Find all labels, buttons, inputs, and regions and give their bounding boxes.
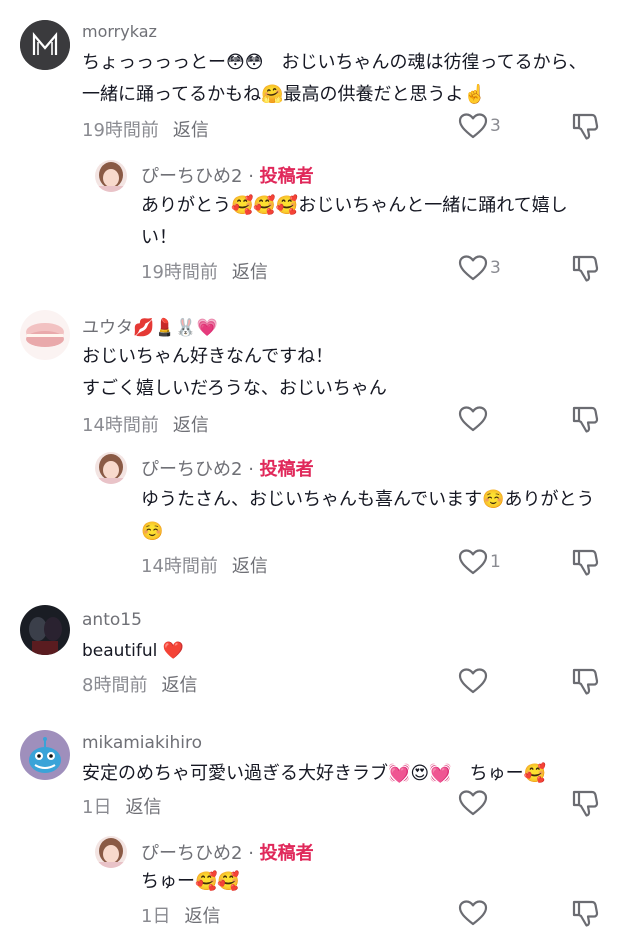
like-count: 1 xyxy=(490,552,501,572)
like-button[interactable]: 3 xyxy=(458,254,501,282)
dislike-button[interactable] xyxy=(571,666,599,696)
thumbs-down-outline-icon xyxy=(572,900,599,927)
like-button[interactable] xyxy=(458,405,488,433)
reply-button[interactable]: 返信 xyxy=(173,415,209,436)
dislike-button[interactable] xyxy=(571,253,599,283)
avatar[interactable] xyxy=(95,836,127,868)
username[interactable]: ぴーちひめ2 xyxy=(141,459,242,480)
avatar[interactable] xyxy=(95,160,127,192)
author-badge: 投稿者 xyxy=(259,843,314,864)
reply-button[interactable]: 返信 xyxy=(232,262,268,283)
heart-outline-icon xyxy=(458,406,488,432)
thumbs-down-outline-icon xyxy=(572,406,599,433)
comment-text: ありがとう🥰🥰🥰おじいちゃんと一緒に踊れて嬉しい！ xyxy=(141,195,568,248)
avatar[interactable] xyxy=(20,310,70,360)
thumbs-down-outline-icon xyxy=(572,113,599,140)
comment-meta: 1日 返信 xyxy=(141,902,220,928)
dislike-button[interactable] xyxy=(571,547,599,577)
heart-outline-icon xyxy=(458,255,488,281)
separator: · xyxy=(248,843,254,864)
thumbs-down-outline-icon xyxy=(572,668,599,695)
heart-outline-icon xyxy=(458,113,488,139)
comment-text: beautiful ❤️ xyxy=(82,641,184,661)
reply-item: ぴーちひめ2 · 投稿者 ありがとう🥰🥰🥰おじいちゃんと一緒に踊れて嬉しい！ 1… xyxy=(0,150,620,295)
timestamp: 1日 xyxy=(141,906,171,927)
heart-outline-icon xyxy=(458,668,488,694)
comment-item: mikamiakihiro 安定のめちゃ可愛い過ぎる大好きラブ💓😍💓 ちゅー🥰 … xyxy=(0,710,620,825)
author-line: ぴーちひめ2 · 投稿者 xyxy=(141,162,314,188)
reply-item: ぴーちひめ2 · 投稿者 ゆうたさん、おじいちゃんも喜んでいます☺️ありがとう☺… xyxy=(0,440,620,590)
comment-meta: 14時間前 返信 xyxy=(82,411,209,437)
like-button[interactable] xyxy=(458,667,488,695)
heart-outline-icon xyxy=(458,790,488,816)
comment-text: ちゅー🥰🥰 xyxy=(141,871,240,892)
dislike-button[interactable] xyxy=(571,404,599,434)
author-avatar-icon xyxy=(95,836,127,868)
username[interactable]: mikamiakihiro xyxy=(82,733,202,753)
like-button[interactable] xyxy=(458,899,488,927)
comment-item: ユウタ💋💄🐰💗 おじいちゃん好きなんですね！ すごく嬉しいだろうな、おじいちゃん… xyxy=(0,295,620,440)
avatar[interactable] xyxy=(20,605,70,655)
dislike-button[interactable] xyxy=(571,111,599,141)
timestamp: 19時間前 xyxy=(141,262,218,283)
timestamp: 1日 xyxy=(82,797,112,818)
avatar[interactable] xyxy=(95,452,127,484)
like-button[interactable]: 3 xyxy=(458,112,501,140)
comment-meta: 19時間前 返信 xyxy=(82,116,209,142)
comment-text: おじいちゃん好きなんですね！ すごく嬉しいだろうな、おじいちゃん xyxy=(82,346,387,399)
macaron-avatar-icon xyxy=(20,310,70,360)
comment-item: morrykaz ちょっっっっとー😳😳 おじいちゃんの魂は彷徨ってるから、一緒に… xyxy=(0,0,620,150)
username[interactable]: anto15 xyxy=(82,610,142,630)
timestamp: 19時間前 xyxy=(82,120,159,141)
author-badge: 投稿者 xyxy=(259,459,314,480)
author-line: ぴーちひめ2 · 投稿者 xyxy=(141,455,314,481)
avatar[interactable] xyxy=(20,20,70,70)
author-badge: 投稿者 xyxy=(259,166,314,187)
comment-text: ゆうたさん、おじいちゃんも喜んでいます☺️ありがとう☺️ xyxy=(141,489,595,542)
author-avatar-icon xyxy=(95,452,127,484)
dark-portrait-avatar-icon xyxy=(20,605,70,655)
username[interactable]: ぴーちひめ2 xyxy=(141,166,242,187)
separator: · xyxy=(248,166,254,187)
dislike-button[interactable] xyxy=(571,788,599,818)
avatar[interactable] xyxy=(20,730,70,780)
reply-button[interactable]: 返信 xyxy=(161,675,197,696)
timestamp: 14時間前 xyxy=(141,556,218,577)
comment-item: anto15 beautiful ❤️ 8時間前 返信 xyxy=(0,590,620,710)
heart-outline-icon xyxy=(458,549,488,575)
thumbs-down-outline-icon xyxy=(572,255,599,282)
comment-text: ちょっっっっとー😳😳 おじいちゃんの魂は彷徨ってるから、一緒に踊ってるかもね🤗最… xyxy=(82,52,587,105)
username[interactable]: morrykaz xyxy=(82,22,157,41)
reply-button[interactable]: 返信 xyxy=(232,556,268,577)
like-button[interactable] xyxy=(458,789,488,817)
comment-text: 安定のめちゃ可愛い過ぎる大好きラブ💓😍💓 ちゅー🥰 xyxy=(82,763,546,784)
like-count: 3 xyxy=(490,116,501,136)
thumbs-down-outline-icon xyxy=(572,790,599,817)
timestamp: 8時間前 xyxy=(82,675,148,696)
reply-item: ぴーちひめ2 · 投稿者 ちゅー🥰🥰 1日 返信 xyxy=(0,825,620,937)
thumbs-down-outline-icon xyxy=(572,549,599,576)
author-avatar-icon xyxy=(95,160,127,192)
like-count: 3 xyxy=(490,258,501,278)
comment-meta: 1日 返信 xyxy=(82,793,161,819)
heart-outline-icon xyxy=(458,900,488,926)
username[interactable]: ぴーちひめ2 xyxy=(141,843,242,864)
comment-meta: 19時間前 返信 xyxy=(141,258,268,284)
timestamp: 14時間前 xyxy=(82,415,159,436)
comment-meta: 14時間前 返信 xyxy=(141,552,268,578)
like-button[interactable]: 1 xyxy=(458,548,501,576)
dislike-button[interactable] xyxy=(571,898,599,928)
reply-button[interactable]: 返信 xyxy=(125,797,161,818)
reply-button[interactable]: 返信 xyxy=(184,906,220,927)
monster-avatar-icon xyxy=(20,730,70,780)
m-logo-icon xyxy=(20,20,70,70)
username[interactable]: ユウタ💋💄🐰💗 xyxy=(82,313,218,338)
comment-meta: 8時間前 返信 xyxy=(82,671,197,697)
author-line: ぴーちひめ2 · 投稿者 xyxy=(141,839,314,865)
reply-button[interactable]: 返信 xyxy=(173,120,209,141)
separator: · xyxy=(248,459,254,480)
